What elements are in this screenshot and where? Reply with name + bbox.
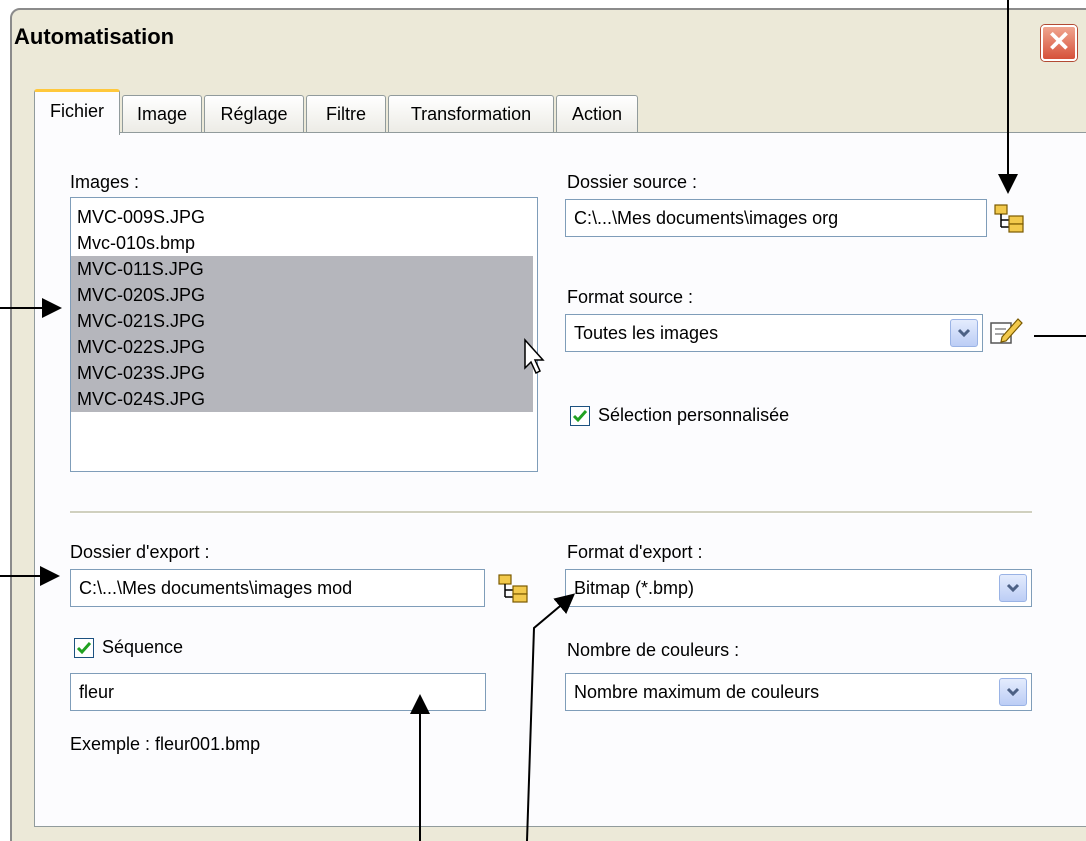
checkmark-icon [76,642,92,655]
list-item[interactable]: MVC-023S.JPG [71,360,533,386]
colors-label: Nombre de couleurs : [567,640,740,660]
list-item[interactable]: MVC-022S.JPG [71,334,533,360]
colors-value: Nombre maximum de couleurs [574,682,820,702]
colors-select[interactable]: Nombre maximum de couleurs [565,673,1032,711]
section-divider [70,511,1032,514]
dialog-title: Automatisation [14,24,175,49]
export-folder-field[interactable]: C:\...\Mes documents\images mod [70,569,485,607]
export-folder-label: Dossier d'export : [70,542,210,562]
images-listbox[interactable]: MVC-009S.JPG Mvc-010s.bmp MVC-011S.JPG M… [70,197,538,472]
chevron-down-icon[interactable] [999,678,1027,706]
tab-image[interactable]: Image [122,95,202,133]
chevron-down-icon[interactable] [950,319,978,347]
checkmark-icon [572,410,588,423]
sequence-example: Exemple : fleur001.bmp [70,734,261,754]
export-format-select[interactable]: Bitmap (*.bmp) [565,569,1032,607]
tab-filtre[interactable]: Filtre [306,95,386,133]
source-format-value: Toutes les images [574,323,719,343]
source-format-label: Format source : [567,287,694,307]
list-item[interactable]: MVC-009S.JPG [71,204,533,230]
list-item[interactable]: Mvc-010s.bmp [71,230,533,256]
tab-fichier[interactable]: Fichier [34,89,120,135]
tab-action[interactable]: Action [556,95,638,133]
sequence-field[interactable]: fleur [70,673,486,711]
tab-transformation[interactable]: Transformation [388,95,554,133]
images-label: Images : [70,172,140,192]
custom-selection-checkbox[interactable] [570,406,590,426]
export-format-label: Format d'export : [567,542,703,562]
list-item[interactable]: MVC-021S.JPG [71,308,533,334]
list-item[interactable]: MVC-020S.JPG [71,282,533,308]
export-format-value: Bitmap (*.bmp) [574,578,695,598]
close-button[interactable]: ✕ [1041,25,1077,61]
custom-selection-label[interactable]: Sélection personnalisée [598,405,789,426]
edit-icon[interactable] [988,315,1024,347]
tab-reglage[interactable]: Réglage [204,95,304,133]
source-folder-field[interactable]: C:\...\Mes documents\images org [565,199,987,237]
chevron-down-icon[interactable] [999,574,1027,602]
sequence-checkbox[interactable] [74,638,94,658]
sequence-label[interactable]: Séquence [102,637,183,658]
list-item[interactable]: MVC-011S.JPG [71,256,533,282]
source-folder-label: Dossier source : [567,172,698,192]
screenshot-stage: Automatisation ✕ Fichier Image Réglage F… [0,0,1086,841]
folder-tree-icon[interactable] [993,203,1027,233]
folder-tree-icon[interactable] [497,573,531,603]
list-item[interactable]: MVC-024S.JPG [71,386,533,412]
source-format-select[interactable]: Toutes les images [565,314,983,352]
